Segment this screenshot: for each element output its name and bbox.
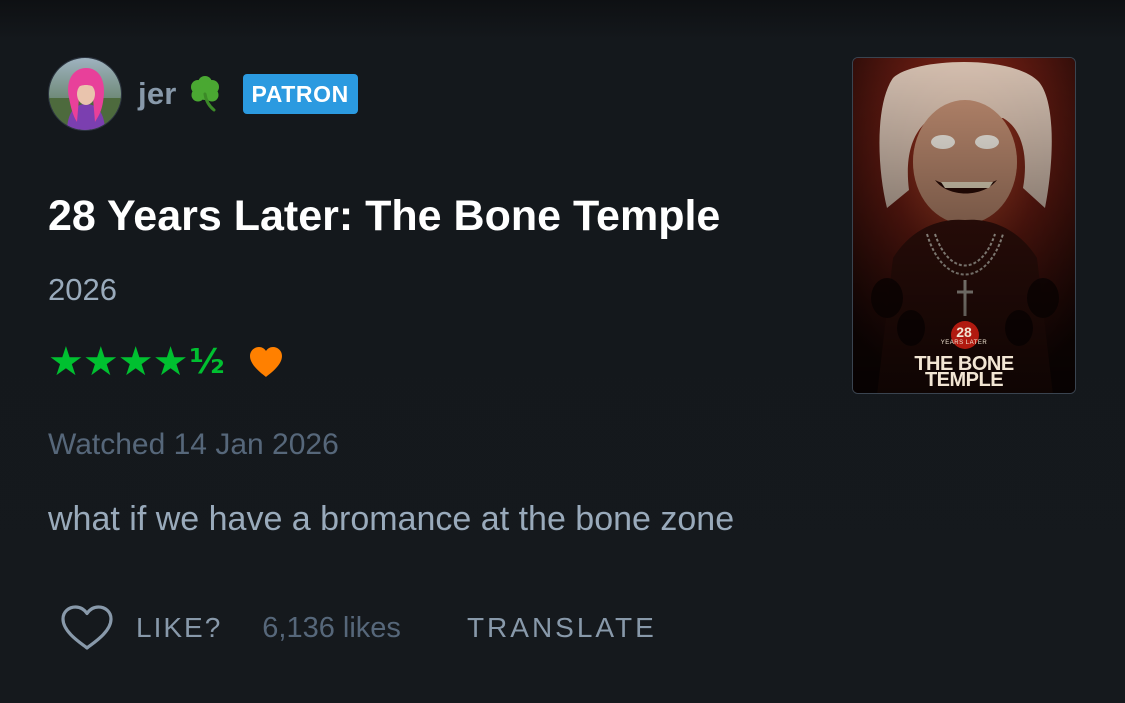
- review-page: jer PATRON 28 Years Later: The Bone Temp…: [0, 0, 1125, 703]
- watched-date: Watched 14 Jan 2026: [48, 428, 339, 461]
- review-text: what if we have a bromance at the bone z…: [48, 500, 735, 538]
- liked-heart-icon: [247, 345, 285, 379]
- film-year[interactable]: 2026: [48, 272, 117, 308]
- poster-number: 28: [956, 324, 972, 340]
- heart-outline-icon[interactable]: [58, 603, 116, 653]
- review-actions: LIKE? 6,136 likes TRANSLATE: [58, 603, 657, 653]
- translate-button[interactable]: TRANSLATE: [467, 612, 657, 644]
- shamrock-icon: [185, 74, 225, 114]
- likes-count[interactable]: 6,136 likes: [262, 612, 401, 645]
- poster-title-line-2: TEMPLE: [924, 369, 1004, 391]
- rating-row: ★★★★ ½: [48, 340, 285, 384]
- half-star-rating: ½: [189, 342, 225, 382]
- like-label[interactable]: LIKE?: [136, 612, 222, 644]
- film-poster[interactable]: 28 YEARS LATER THE BONE TEMPLE: [852, 57, 1076, 394]
- review-author-row: jer PATRON: [48, 57, 358, 131]
- like-button[interactable]: LIKE?: [58, 603, 222, 653]
- author-username[interactable]: jer: [138, 76, 177, 112]
- patron-badge[interactable]: PATRON: [242, 74, 358, 114]
- avatar[interactable]: [48, 57, 122, 131]
- star-rating: ★★★★: [48, 339, 188, 385]
- film-title[interactable]: 28 Years Later: The Bone Temple: [48, 192, 720, 241]
- poster-tagline: YEARS LATER: [940, 340, 988, 346]
